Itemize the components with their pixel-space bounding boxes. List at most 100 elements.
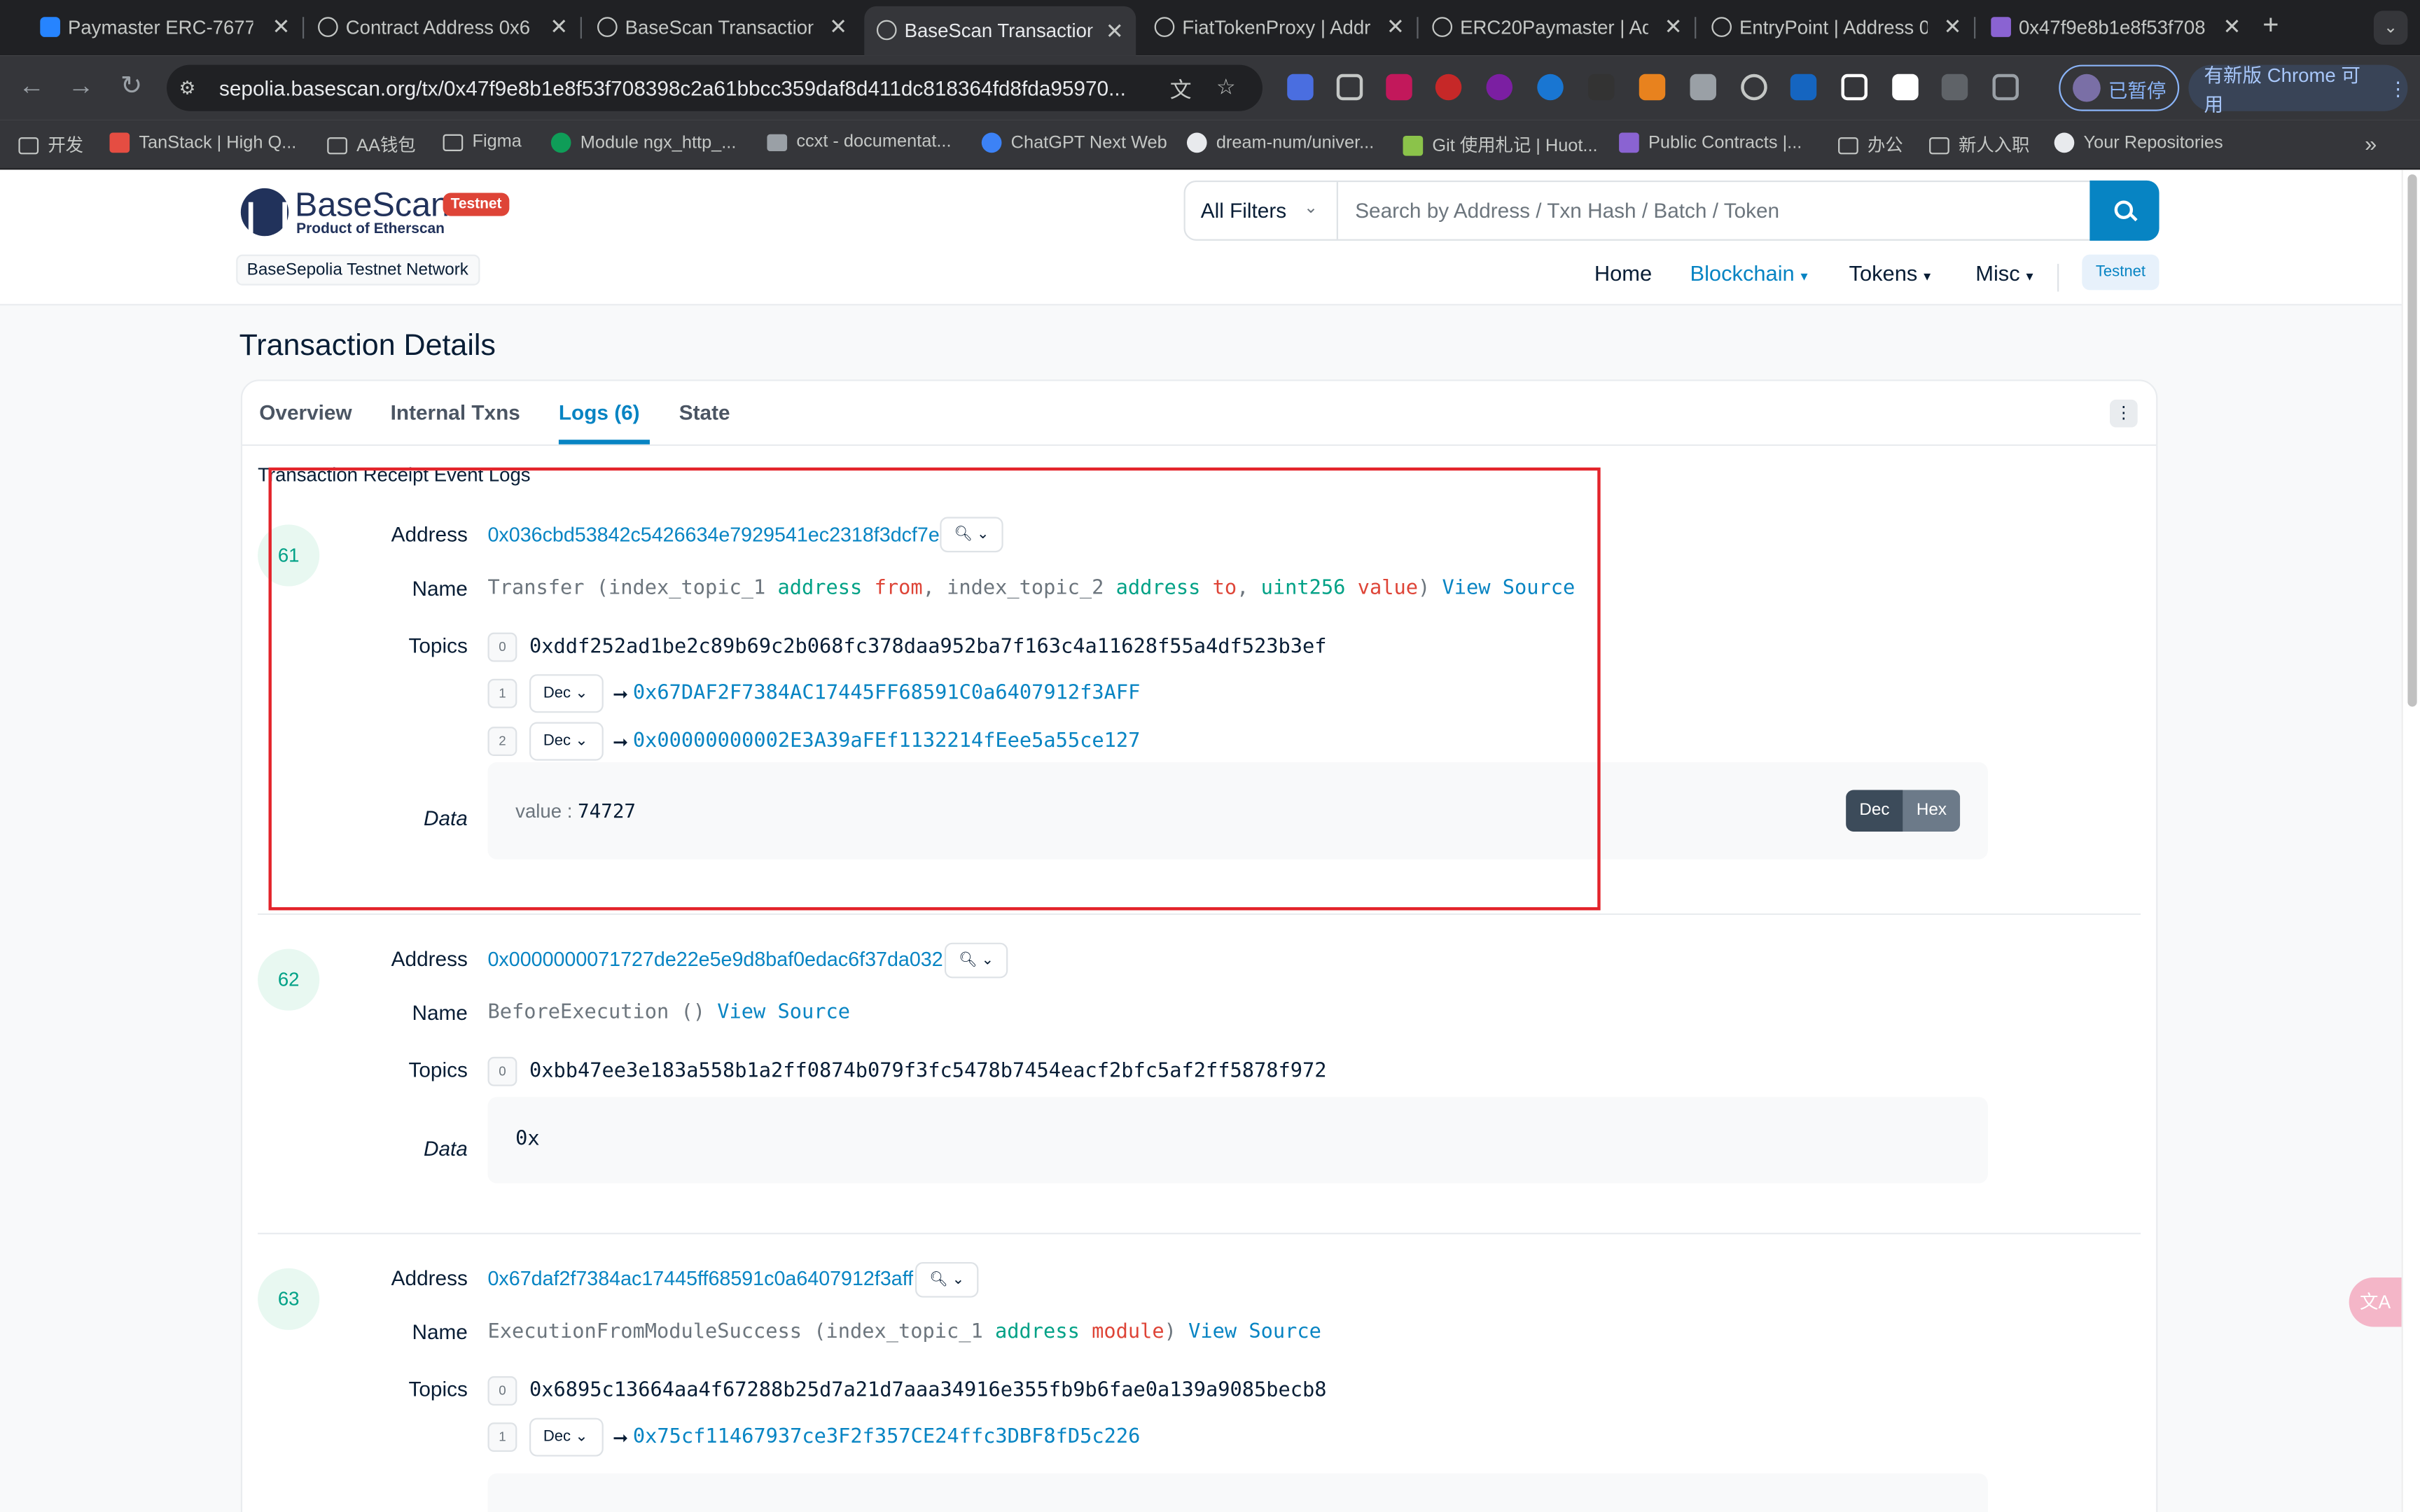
- nav-tokens[interactable]: Tokens ▾: [1849, 260, 1931, 285]
- bookmark-item[interactable]: Git 使用札记 | Huot...: [1403, 133, 1598, 158]
- bookmark-item[interactable]: dream-num/univer...: [1186, 132, 1374, 153]
- extension-red-icon[interactable]: [1435, 74, 1462, 101]
- bookmark-star-icon[interactable]: ☆: [1216, 74, 1236, 100]
- folder-icon: [18, 136, 39, 154]
- close-icon[interactable]: ✕: [272, 14, 291, 40]
- bookmark-item[interactable]: Public Contracts |...: [1619, 132, 1802, 153]
- metamask-icon[interactable]: [1639, 74, 1666, 101]
- zoom-icon: 🔍︎: [959, 951, 978, 969]
- bookmark-item[interactable]: Your Repositories: [2054, 132, 2223, 153]
- data-box: 0x: [487, 1097, 1988, 1184]
- zoom-filter-button[interactable]: 🔍︎ ⌄: [944, 942, 1008, 979]
- bookmark-item[interactable]: 开发: [18, 133, 83, 158]
- page-title: Transaction Details: [239, 328, 496, 363]
- hex-button[interactable]: Hex: [1903, 790, 1961, 832]
- extension-purple-icon[interactable]: [1486, 74, 1513, 101]
- chevron-down-icon: ▾: [1800, 268, 1808, 284]
- extensions-puzzle-icon[interactable]: [1992, 74, 2019, 101]
- nav-misc[interactable]: Misc ▾: [1975, 260, 2033, 285]
- close-icon[interactable]: ✕: [829, 14, 847, 40]
- address-bar[interactable]: ⚙ sepolia.basescan.org/tx/0x47f9e8b1e8f5…: [167, 64, 1263, 111]
- extension-translate-icon[interactable]: [1287, 74, 1314, 101]
- log-address-link[interactable]: 0x67daf2f7384ac17445ff68591c0a6407912f3a…: [487, 1267, 913, 1290]
- nav-blockchain[interactable]: Blockchain ▾: [1690, 260, 1807, 285]
- more-bookmarks-icon[interactable]: »: [2365, 131, 2377, 155]
- close-icon[interactable]: ✕: [1664, 14, 1683, 40]
- browser-tab[interactable]: EntryPoint | Address 0 ✕: [1699, 8, 1976, 48]
- extension-ea-icon[interactable]: [1386, 74, 1412, 101]
- tab-state[interactable]: State: [679, 401, 730, 424]
- close-icon[interactable]: ✕: [1386, 14, 1405, 40]
- translate-float-icon[interactable]: 文A: [2349, 1277, 2402, 1327]
- extension-target-icon[interactable]: [1741, 74, 1767, 101]
- bookmark-item[interactable]: TanStack | High Q...: [109, 132, 296, 153]
- translate-icon[interactable]: 文: [1170, 74, 1192, 105]
- tanstack-icon: [109, 132, 130, 153]
- close-icon[interactable]: ✕: [1944, 14, 1962, 40]
- data-box: [487, 1473, 1988, 1512]
- bookmarks-bar: 开发 TanStack | High Q... AA钱包 Figma Modul…: [0, 120, 2420, 170]
- extension-qr-icon[interactable]: [1336, 74, 1363, 101]
- back-icon[interactable]: ←: [18, 71, 44, 102]
- search-input[interactable]: [1340, 182, 2090, 239]
- chrome-update-button[interactable]: 有新版 Chrome 可用 ⋮: [2188, 64, 2408, 115]
- browser-tab[interactable]: 0x47f9e8b1e8f53f708 ✕: [1979, 8, 2253, 48]
- chatgpt-icon: [981, 132, 1002, 153]
- extension-dark-icon[interactable]: [1588, 74, 1615, 101]
- bookmark-item[interactable]: 办公: [1838, 133, 1903, 158]
- testnet-badge: Testnet: [443, 192, 510, 216]
- arrow-right-icon: ➞: [613, 1426, 629, 1448]
- view-source-link[interactable]: View Source: [1188, 1321, 1321, 1344]
- scrollbar-thumb[interactable]: [2407, 174, 2417, 707]
- profile-paused-button[interactable]: 已暂停: [2059, 64, 2180, 111]
- log-address-link[interactable]: 0x0000000071727de22e5e9d8baf0edac6f37da0…: [487, 947, 943, 970]
- tab-logs[interactable]: Logs (6): [559, 401, 640, 424]
- browser-tab[interactable]: Contract Address 0x6 ✕: [305, 8, 582, 48]
- topic-address-link[interactable]: 0x75cf11467937ce3F2f357CE24ffc3DBF8fD5c2…: [633, 1426, 1141, 1449]
- folder-icon: [443, 133, 464, 150]
- menu-dots-icon[interactable]: ⋮: [2388, 76, 2408, 99]
- basescan-favicon-icon: [1711, 17, 1732, 37]
- site-info-icon[interactable]: ⚙: [179, 77, 210, 99]
- filter-select[interactable]: All Filters ⌄: [1185, 182, 1338, 239]
- close-icon[interactable]: ✕: [2223, 14, 2241, 40]
- name-label: Name: [412, 1320, 468, 1344]
- forward-icon[interactable]: →: [68, 71, 94, 102]
- bookmark-item[interactable]: ccxt - documentat...: [767, 133, 952, 151]
- search-button[interactable]: [2089, 180, 2160, 241]
- extension-blue-icon[interactable]: [1537, 74, 1564, 101]
- extension-square-icon[interactable]: [1841, 74, 1868, 101]
- zoom-filter-button[interactable]: 🔍︎ ⌄: [915, 1261, 979, 1298]
- reload-icon[interactable]: ↻: [120, 71, 142, 102]
- extension-mail-icon[interactable]: [1690, 74, 1716, 101]
- more-options-icon[interactable]: ⋮: [2110, 399, 2138, 428]
- close-icon[interactable]: ✕: [550, 14, 568, 40]
- testnet-switch-button[interactable]: Testnet: [2082, 254, 2160, 290]
- bookmark-item[interactable]: Figma: [443, 133, 522, 151]
- extension-wave-icon[interactable]: [1790, 74, 1817, 101]
- nav-home[interactable]: Home: [1594, 260, 1652, 285]
- browser-tab[interactable]: ERC20Paymaster | Add ✕: [1420, 8, 1697, 48]
- tab-overview[interactable]: Overview: [259, 401, 352, 424]
- dec-select[interactable]: Dec ⌄: [529, 1418, 604, 1457]
- new-tab-icon[interactable]: +: [2262, 9, 2279, 41]
- bookmark-item[interactable]: AA钱包: [327, 133, 416, 158]
- bookmark-item[interactable]: 新人入职: [1929, 133, 2029, 158]
- tab-search-icon[interactable]: ⌄: [2373, 10, 2408, 45]
- site-header: BaseScan Product of Etherscan Testnet Ba…: [0, 169, 2402, 306]
- tab-internal-txns[interactable]: Internal Txns: [391, 401, 520, 424]
- extension-notion-icon[interactable]: [1892, 74, 1919, 101]
- bookmark-item[interactable]: Module ngx_http_...: [550, 132, 736, 153]
- browser-tab[interactable]: Paymaster ERC-7677 · ✕: [28, 8, 305, 48]
- browser-tab-active[interactable]: BaseScan Transaction ✕: [864, 6, 1136, 56]
- scrollbar[interactable]: [2401, 169, 2420, 1512]
- browser-tab[interactable]: FiatTokenProxy | Addre ✕: [1142, 8, 1419, 48]
- browser-tab[interactable]: BaseScan Transaction ✕: [585, 8, 859, 48]
- extension-h-icon[interactable]: [1941, 74, 1968, 101]
- view-source-link[interactable]: View Source: [717, 1001, 850, 1024]
- event-signature: ExecutionFromModuleSuccess (index_topic_…: [487, 1320, 1321, 1344]
- close-icon[interactable]: ✕: [1106, 18, 1124, 44]
- basescan-logo-icon: [240, 188, 289, 237]
- bookmark-item[interactable]: ChatGPT Next Web: [981, 132, 1167, 153]
- dec-button[interactable]: Dec: [1846, 790, 1903, 832]
